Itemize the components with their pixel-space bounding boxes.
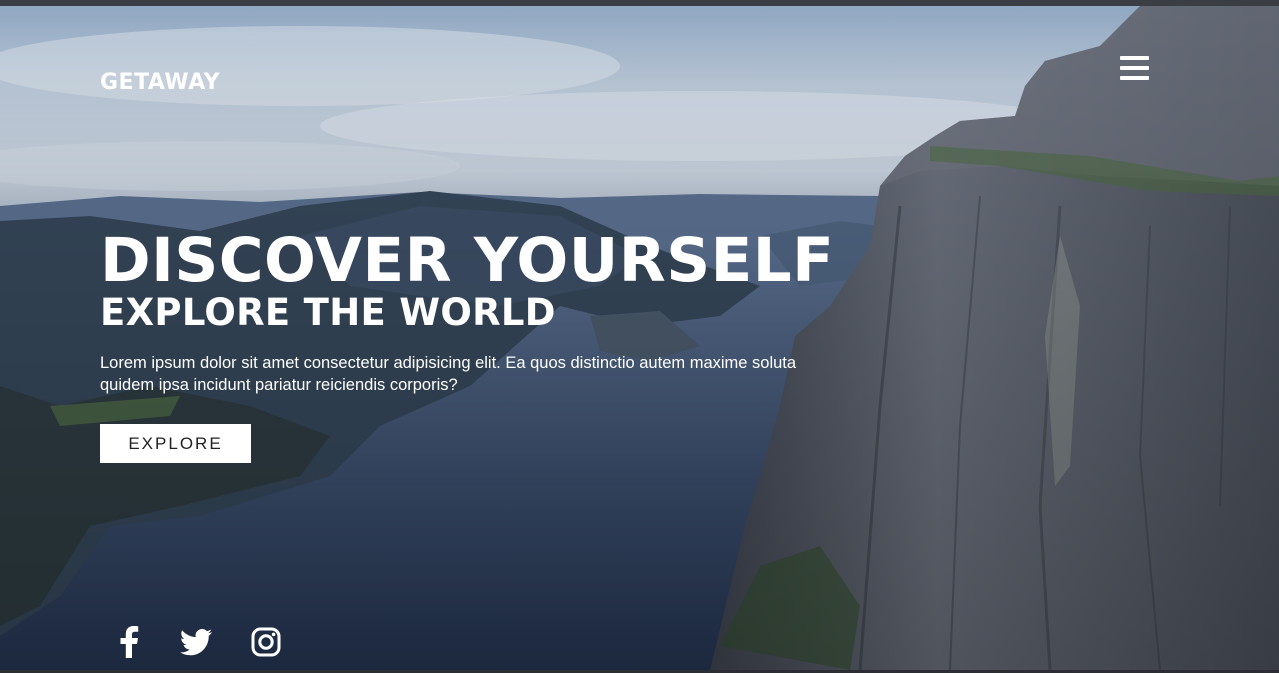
twitter-icon[interactable]	[180, 626, 212, 658]
brand-logo[interactable]: GETAWAY	[100, 70, 220, 95]
hero-section: GETAWAY DISCOVER YOURSELF EXPLORE THE WO…	[0, 6, 1279, 670]
menu-bar-top	[1120, 56, 1149, 60]
hero-subheadline: EXPLORE THE WORLD	[100, 291, 556, 334]
hamburger-menu-icon[interactable]	[1120, 56, 1149, 82]
menu-bar-middle	[1120, 66, 1149, 70]
menu-bar-bottom	[1120, 76, 1149, 80]
hero-headline: DISCOVER YOURSELF	[100, 225, 835, 296]
hero-background-image	[0, 6, 1279, 670]
hero-description: Lorem ipsum dolor sit amet consectetur a…	[100, 354, 797, 394]
instagram-icon[interactable]	[251, 626, 281, 658]
facebook-icon[interactable]	[118, 626, 140, 658]
explore-button[interactable]: EXPLORE	[100, 424, 251, 463]
